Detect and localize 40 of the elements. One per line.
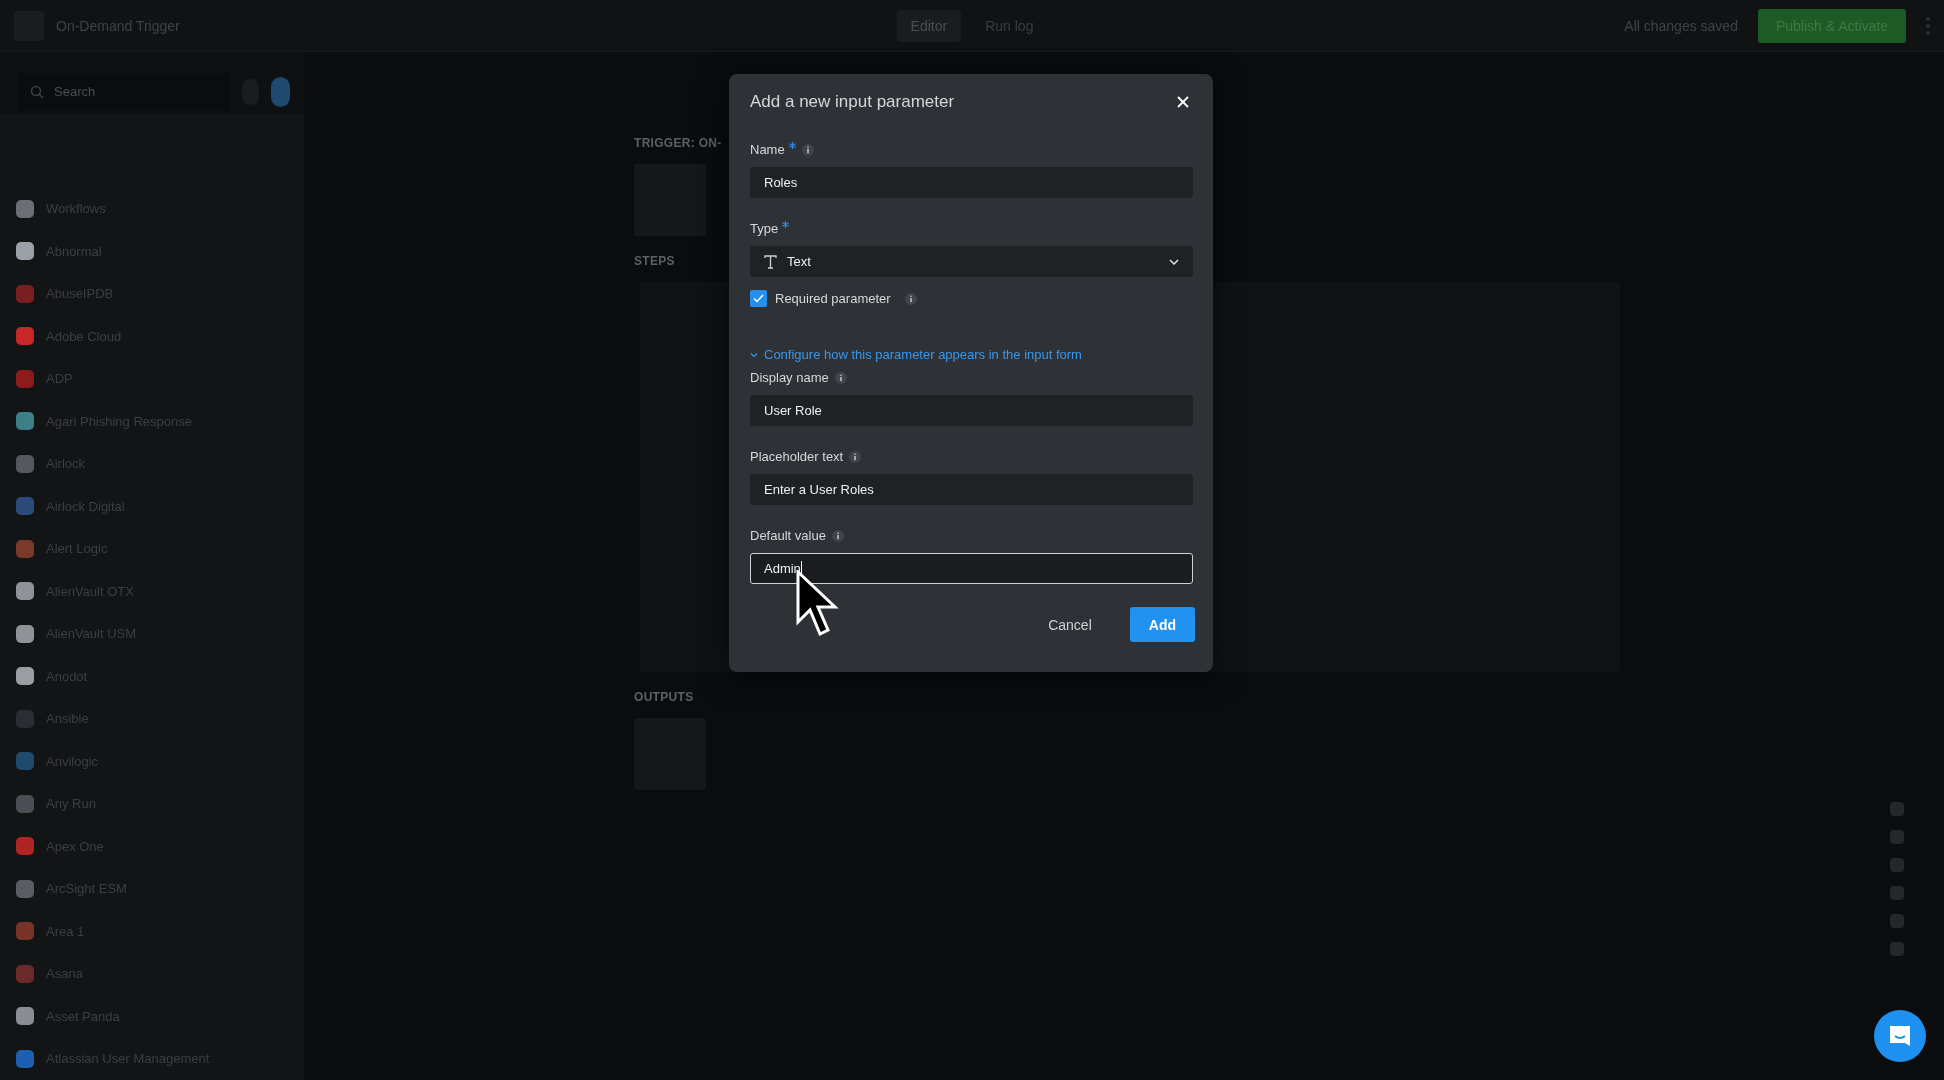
type-select[interactable]: Text xyxy=(750,246,1193,277)
chat-button[interactable] xyxy=(1874,1010,1926,1062)
field-label: Name xyxy=(750,142,785,157)
cancel-button[interactable]: Cancel xyxy=(1032,607,1108,642)
info-icon[interactable] xyxy=(904,292,917,305)
info-icon[interactable] xyxy=(801,143,814,156)
add-button[interactable]: Add xyxy=(1129,607,1195,642)
configure-link[interactable]: Configure how this parameter appears in the input form xyxy=(750,347,1082,362)
lock-button[interactable] xyxy=(1890,942,1904,956)
field-label: Display name xyxy=(750,370,829,385)
input-field[interactable]: Roles xyxy=(750,167,1193,198)
chevron-icon xyxy=(750,351,758,358)
text-type-icon xyxy=(764,254,777,269)
section-title: TRIGGER: ON- xyxy=(634,136,722,150)
section-title: STEPS xyxy=(634,254,675,268)
undo-button[interactable] xyxy=(1890,802,1904,816)
fit-view-button[interactable] xyxy=(1890,886,1904,900)
checkbox-label: Required parameter xyxy=(775,291,891,306)
chat-icon xyxy=(1887,1023,1913,1049)
checkmark-icon xyxy=(753,294,764,303)
close-icon xyxy=(1177,96,1189,108)
field-label: Default value xyxy=(750,528,826,543)
zoom-out-button[interactable] xyxy=(1890,858,1904,872)
search-field[interactable]: Search xyxy=(18,72,230,111)
info-icon[interactable] xyxy=(834,371,847,384)
input-field[interactable]: Enter a User Roles xyxy=(750,474,1193,505)
input-field[interactable]: Admin xyxy=(750,553,1193,584)
dialog-title: Add a new input parameter xyxy=(750,92,955,112)
input-field[interactable]: User Role xyxy=(750,395,1193,426)
field-label: Placeholder text xyxy=(750,449,844,464)
center-button[interactable] xyxy=(1890,914,1904,928)
info-icon[interactable] xyxy=(831,529,844,542)
checkbox[interactable] xyxy=(750,290,767,307)
section-title: OUTPUTS xyxy=(634,690,694,704)
app-icon[interactable] xyxy=(270,76,290,107)
info-icon[interactable] xyxy=(849,450,862,463)
search-icon xyxy=(30,84,44,99)
zoom-in-button[interactable] xyxy=(1890,830,1904,844)
field-label: Type xyxy=(750,221,779,236)
chevron-down-icon xyxy=(1169,258,1179,265)
